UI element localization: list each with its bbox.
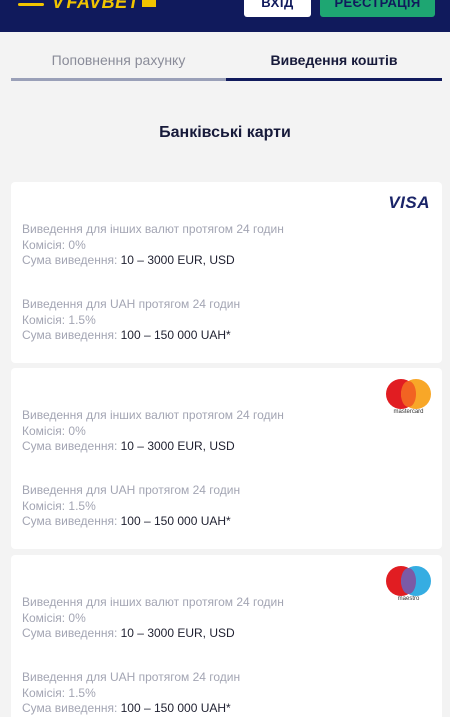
withdrawal-time-text: Виведення для UAH протягом 24 годин — [22, 297, 241, 311]
amount-line: Сума виведення: 100 – 150 000 UAH* — [22, 514, 231, 528]
withdrawal-time-text: Виведення для інших валют протягом 24 го… — [22, 408, 284, 422]
maestro-logo: maestro — [386, 566, 431, 604]
other-currencies-info: Виведення для інших валют протягом 24 го… — [22, 595, 284, 642]
mastercard-logo: mastercard — [386, 379, 431, 417]
logo[interactable]: V FAVBET — [52, 0, 157, 13]
amount-value: 100 – 150 000 UAH* — [120, 701, 231, 715]
visa-logo: VISA — [388, 193, 430, 212]
fee-text: Комісія: 1.5% — [22, 498, 96, 513]
amount-value: 100 – 150 000 UAH* — [120, 328, 231, 342]
uah-info: Виведення для UAH протягом 24 годин Комі… — [22, 670, 240, 717]
maestro-card: maestro Виведення для інших валют протяг… — [11, 555, 442, 717]
mastercard-card: mastercard Виведення для інших валют про… — [11, 368, 442, 549]
uah-info: Виведення для UAH протягом 24 годин Комі… — [22, 297, 240, 344]
withdrawal-time-text: Виведення для інших валют протягом 24 го… — [22, 595, 284, 609]
fee-text: Комісія: 1.5% — [22, 685, 96, 700]
amount-value: 10 – 3000 EUR, USD — [120, 439, 235, 453]
withdrawal-time-text: Виведення для UAH протягом 24 годин — [22, 483, 241, 497]
login-button[interactable]: ВХІД — [244, 0, 311, 17]
amount-line: Сума виведення: 10 – 3000 EUR, USD — [22, 439, 235, 453]
register-button[interactable]: РЕЄСТРАЦІЯ — [320, 0, 435, 17]
withdrawal-time-text: Виведення для UAH протягом 24 годин — [22, 670, 241, 684]
tab-deposit[interactable]: Поповнення рахунку — [11, 44, 226, 81]
fee-text: Комісія: 0% — [22, 423, 86, 438]
amount-value: 10 – 3000 EUR, USD — [120, 626, 235, 640]
amount-line: Сума виведення: 100 – 150 000 UAH* — [22, 701, 231, 715]
withdrawal-time-text: Виведення для інших валют протягом 24 го… — [22, 222, 284, 236]
tab-withdrawal[interactable]: Виведення коштів — [226, 44, 442, 81]
amount-value: 100 – 150 000 UAH* — [120, 514, 231, 528]
other-currencies-info: Виведення для інших валют протягом 24 го… — [22, 408, 284, 455]
top-header: V FAVBET ВХІД РЕЄСТРАЦІЯ — [0, 0, 450, 32]
amount-line: Сума виведення: 100 – 150 000 UAH* — [22, 328, 231, 342]
menu-icon[interactable] — [18, 0, 44, 10]
amount-line: Сума виведення: 10 – 3000 EUR, USD — [22, 253, 235, 267]
other-currencies-info: Виведення для інших валют протягом 24 го… — [22, 222, 284, 269]
fee-text: Комісія: 0% — [22, 610, 86, 625]
fee-text: Комісія: 0% — [22, 237, 86, 252]
fee-text: Комісія: 1.5% — [22, 312, 96, 327]
tabs: Поповнення рахунку Виведення коштів — [11, 44, 442, 81]
amount-line: Сума виведення: 10 – 3000 EUR, USD — [22, 626, 235, 640]
uah-info: Виведення для UAH протягом 24 годин Комі… — [22, 483, 240, 530]
visa-card: VISA Виведення для інших валют протягом … — [11, 182, 442, 363]
section-title: Банківські карти — [159, 124, 291, 141]
amount-value: 10 – 3000 EUR, USD — [120, 253, 235, 267]
